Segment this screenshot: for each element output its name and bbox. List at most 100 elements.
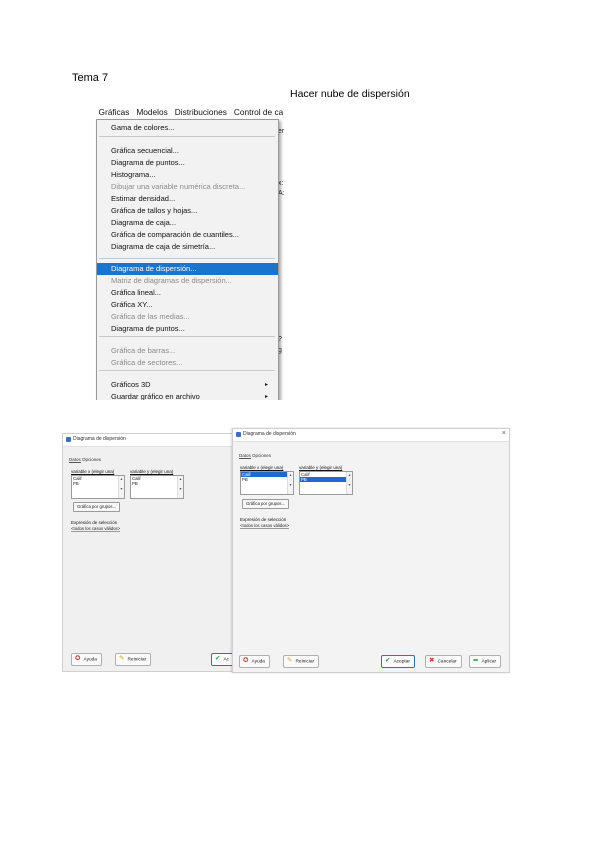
menu-item: Gráfica de barras... — [97, 345, 278, 357]
menu-control[interactable]: Control de ca — [230, 107, 285, 117]
menu-item-label: Gráfica de sectores... — [111, 358, 183, 367]
menu-item[interactable]: Gráfica XY... — [97, 299, 278, 311]
menu-item-label: Gama de colores... — [111, 123, 175, 132]
close-icon[interactable]: × — [502, 430, 506, 437]
list-item-selected[interactable]: PB — [300, 477, 352, 482]
app-icon — [236, 432, 241, 437]
menu-item-label: Matriz de diagramas de dispersión... — [111, 276, 232, 285]
reset-button[interactable]: ✎ Reiniciar — [115, 653, 152, 666]
menu-item[interactable]: Histograma... — [97, 169, 278, 181]
menu-item[interactable]: Diagrama de dispersión... — [97, 263, 278, 275]
menu-item[interactable]: Diagrama de puntos... — [97, 323, 278, 335]
menu-item-label: Gráfica secuencial... — [111, 146, 179, 155]
dialog-tabs: Datos Opciones — [69, 457, 101, 463]
menu-bar: Gráficas Modelos Distribuciones Control … — [95, 104, 285, 120]
tab-opciones[interactable]: Opciones — [82, 457, 101, 462]
subset-input[interactable]: <todos los casos válidos> — [71, 526, 121, 532]
scrollbar[interactable]: ▴ ▾ — [287, 472, 293, 494]
help-button[interactable]: ✪ Ayuda — [71, 653, 102, 666]
menu-item-label: Gráfica XY... — [111, 300, 153, 309]
menu-distribuciones[interactable]: Distribuciones — [171, 107, 230, 117]
submenu-arrow-icon: ▸ — [264, 382, 268, 388]
dialog-title: Diagrama de dispersión — [73, 436, 126, 442]
checkmark-icon: ✔ — [215, 655, 221, 662]
cancel-button[interactable]: ✖ Cancelar — [425, 655, 462, 668]
app-icon — [66, 437, 71, 442]
submenu-arrow-icon: ▸ — [264, 394, 268, 400]
subset-label: Expresión de selección — [71, 520, 118, 525]
menu-item-label: Diagrama de caja de simetría... — [111, 242, 216, 251]
help-lifebuoy-icon: ✪ — [75, 655, 81, 662]
menu-item-label: Gráfica lineal... — [111, 288, 162, 297]
scrollbar[interactable]: ▴ ▾ — [346, 472, 352, 494]
menu-item-label: Guardar gráfico en archivo — [111, 392, 200, 400]
menu-item-label: Gráfica de las medias... — [111, 312, 190, 321]
yvar-listbox[interactable]: Calif PB ▴ ▾ — [130, 475, 184, 499]
menu-item-label: Diagrama de puntos... — [111, 324, 185, 333]
checkmark-icon: ✔ — [385, 657, 391, 664]
subset-label: Expresión de selección — [240, 517, 287, 522]
menu-item-label: Gráfica de tallos y hojas... — [111, 206, 198, 215]
menu-item: Matriz de diagramas de dispersión... — [97, 275, 278, 287]
menu-item-label: Gráficos 3D — [111, 380, 151, 389]
xvar-listbox[interactable]: Calif PB ▴ ▾ — [240, 471, 294, 495]
menu-item-label: Diagrama de puntos... — [111, 158, 185, 167]
menu-item-label: Dibujar una variable numérica discreta..… — [111, 182, 246, 191]
list-item[interactable]: PB — [241, 477, 293, 482]
menu-item-label: Estimar densidad... — [111, 194, 176, 203]
dialog-titlebar: Diagrama de dispersión — [63, 434, 239, 447]
xvar-label: variable x (elegir una) — [240, 465, 284, 470]
menu-item[interactable]: Diagrama de caja de simetría... — [97, 241, 278, 253]
menu-item[interactable]: Estimar densidad... — [97, 193, 278, 205]
reset-button[interactable]: ✎ Reiniciar — [283, 655, 320, 668]
menu-item[interactable]: Gráfica secuencial... — [97, 145, 278, 157]
menu-item[interactable]: Guardar gráfico en archivo ▸ — [97, 391, 278, 400]
menu-separator — [99, 258, 275, 259]
menu-item[interactable]: Diagrama de caja... — [97, 217, 278, 229]
menu-separator — [99, 136, 275, 137]
menu-item[interactable]: Gráficos 3D ▸ — [97, 379, 278, 391]
plot-by-groups-button[interactable]: Gráfica por grupos... — [242, 499, 290, 509]
menu-separator — [99, 336, 275, 337]
dialog-title: Diagrama de dispersión — [243, 431, 296, 437]
apply-button[interactable]: ➦ Aplicar — [469, 655, 502, 668]
ok-button-partial[interactable]: ✔ Ac — [211, 653, 235, 666]
tab-datos[interactable]: Datos — [239, 453, 251, 459]
menu-item[interactable]: Gráfica de tallos y hojas... — [97, 205, 278, 217]
menu-item-label: Gráfica de barras... — [111, 346, 176, 355]
plot-by-groups-button[interactable]: Gráfica por grupos... — [73, 502, 121, 512]
yvar-label: variable y (elegir una) — [299, 465, 343, 470]
help-button[interactable]: ✪ Ayuda — [239, 655, 270, 668]
menu-item[interactable]: Gráfica lineal... — [97, 287, 278, 299]
xvar-label: variable x (elegir una) — [71, 469, 115, 474]
menu-item-label: Histograma... — [111, 170, 156, 179]
menu-modelos[interactable]: Modelos — [133, 107, 171, 117]
menu-graficas[interactable]: Gráficas — [95, 107, 133, 117]
help-lifebuoy-icon: ✪ — [243, 657, 249, 664]
tab-opciones[interactable]: Opciones — [252, 453, 271, 458]
menu-item[interactable]: Diagrama de puntos... — [97, 157, 278, 169]
scrollbar[interactable]: ▴ ▾ — [118, 476, 124, 498]
x-cancel-icon: ✖ — [429, 657, 435, 664]
xvar-listbox[interactable]: Calif PB ▴ ▾ — [71, 475, 125, 499]
menu-item-label: Diagrama de dispersión... — [111, 264, 197, 273]
graficas-dropdown: Gama de colores... Gráfica secuencial... D… — [96, 119, 279, 400]
tab-datos[interactable]: Datos — [69, 457, 81, 463]
dialog-titlebar: Diagrama de dispersión × — [233, 429, 509, 442]
menu-item-label: Diagrama de caja... — [111, 218, 177, 227]
list-item[interactable]: PB — [72, 481, 124, 486]
subset-input[interactable]: <todos los casos válidos> — [240, 523, 290, 529]
yvar-label: variable y (elegir una) — [130, 469, 174, 474]
dialog-tabs: Datos Opciones — [239, 453, 271, 459]
menu-item[interactable]: Gráfica de comparación de cuantiles... — [97, 229, 278, 241]
list-item[interactable]: PB — [131, 481, 183, 486]
scrollbar[interactable]: ▴ ▾ — [177, 476, 183, 498]
yvar-listbox[interactable]: Calif PB ▴ ▾ — [299, 471, 353, 495]
menu-item-label: Gráfica de comparación de cuantiles... — [111, 230, 239, 239]
menu-item[interactable]: Gama de colores... — [97, 122, 278, 134]
scatter-dialog-back: Diagrama de dispersión Datos Opciones va… — [62, 433, 240, 672]
menu-item: Gráfica de sectores... — [97, 357, 278, 369]
menu-separator — [99, 370, 275, 371]
ok-button[interactable]: ✔ Aceptar — [381, 655, 415, 668]
menu-item: Dibujar una variable numérica discreta..… — [97, 181, 278, 193]
